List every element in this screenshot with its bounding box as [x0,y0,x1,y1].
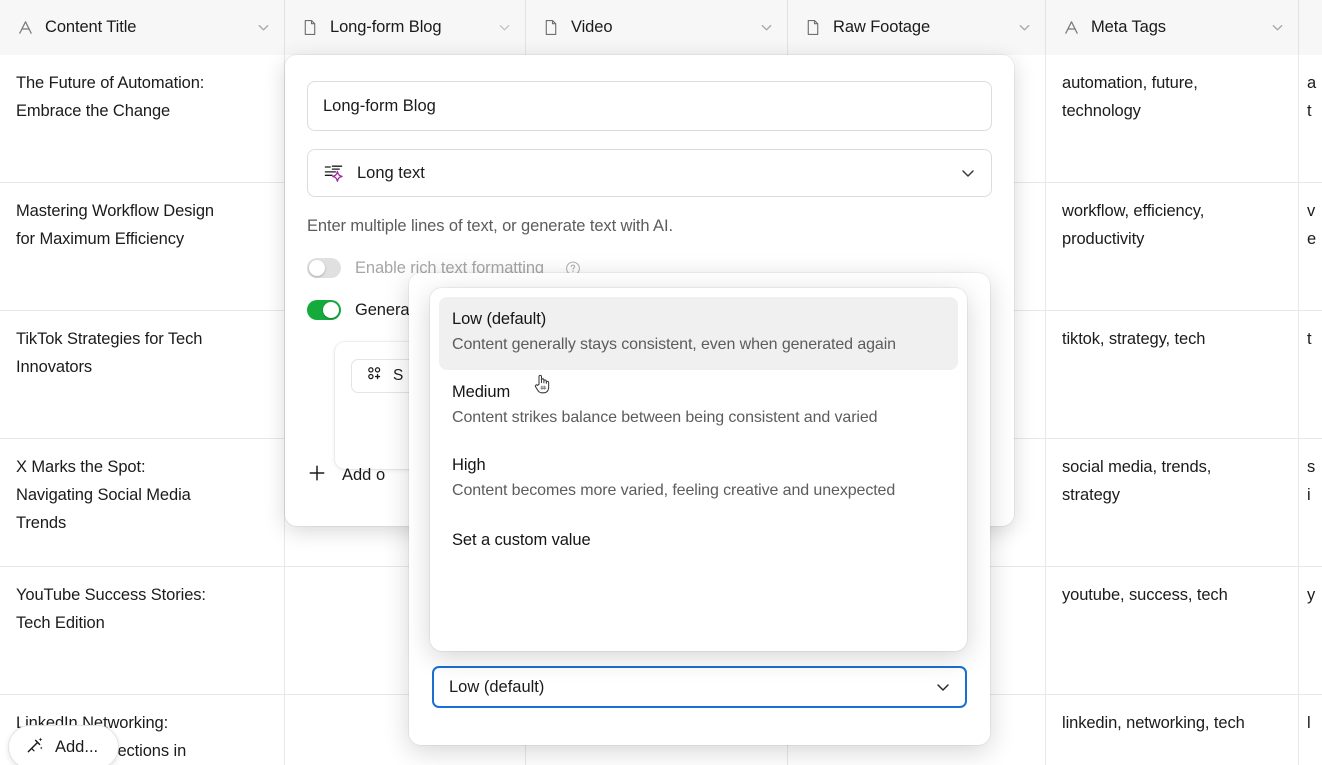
toggle-knob [309,260,325,276]
document-icon [804,19,822,37]
option-set-custom-value[interactable]: Set a custom value [439,516,958,564]
cell-text: a t [1307,74,1317,120]
magic-wand-icon [25,735,45,760]
cell-overflow[interactable]: l [1299,695,1322,765]
cell-overflow[interactable]: t [1299,311,1322,438]
cell-text: linkedin, networking, tech [1062,714,1245,732]
column-header-raw-footage[interactable]: Raw Footage [788,0,1046,55]
column-header-label: Long-form Blog [330,18,442,36]
field-type-helper-text: Enter multiple lines of text, or generat… [307,217,673,235]
add-row-button[interactable]: Add... [8,725,120,765]
option-title: Low (default) [452,310,547,328]
cell-text: X Marks the Spot: Navigating Social Medi… [16,458,191,532]
chevron-down-icon[interactable] [1270,20,1285,35]
document-icon [301,19,319,37]
generate-toggle[interactable] [307,300,341,320]
add-option-button[interactable]: Add o [307,463,385,488]
column-header-label: Content Title [45,18,137,36]
column-header-meta-tags[interactable]: Meta Tags [1046,0,1299,55]
cell-text: TikTok Strategies for Tech Innovators [16,330,203,376]
chevron-down-icon[interactable] [1017,20,1032,35]
add-option-label: Add o [342,466,386,484]
variation-options-menu: Low (default) Content generally stays co… [430,288,967,651]
cell-text: s i [1307,458,1316,504]
field-type-select[interactable]: Long text [307,149,992,197]
select-source-chip-label: S [393,367,404,384]
cell-meta-tags[interactable]: automation, future, technology [1046,55,1299,182]
cell-overflow[interactable]: y [1299,567,1322,694]
chevron-down-icon[interactable] [934,678,952,696]
cell-text: automation, future, technology [1062,74,1198,120]
document-icon [542,19,560,37]
option-high[interactable]: High Content becomes more varied, feelin… [439,443,958,516]
cell-text: workflow, efficiency, productivity [1062,202,1205,248]
option-title: Set a custom value [452,531,591,549]
option-low-default[interactable]: Low (default) Content generally stays co… [439,297,958,370]
cell-text: YouTube Success Stories: Tech Edition [16,586,206,632]
add-row-label: Add... [55,737,99,756]
cell-meta-tags[interactable]: youtube, success, tech [1046,567,1299,694]
cell-text: t [1307,330,1312,348]
option-medium[interactable]: Medium Content strikes balance between b… [439,370,958,443]
column-header-label: Raw Footage [833,18,931,36]
cell-text: Mastering Workflow Design for Maximum Ef… [16,202,215,248]
add-nodes-icon [365,364,384,388]
app-root: Content Title Long-form Blog Video Raw F… [0,0,1322,765]
cell-overflow[interactable]: s i [1299,439,1322,566]
text-a-icon [16,19,34,37]
column-header-video[interactable]: Video [526,0,788,55]
cell-meta-tags[interactable]: tiktok, strategy, tech [1046,311,1299,438]
column-header-overflow [1299,0,1322,55]
column-header-content-title[interactable]: Content Title [0,0,285,55]
option-title: Medium [452,383,511,401]
option-description: Content strikes balance between being co… [452,409,878,426]
chevron-down-icon[interactable] [759,20,774,35]
cell-text: youtube, success, tech [1062,586,1228,604]
cell-content-title[interactable]: X Marks the Spot: Navigating Social Medi… [0,439,285,566]
cell-text: l [1307,714,1311,732]
cell-meta-tags[interactable]: linkedin, networking, tech [1046,695,1299,765]
cell-meta-tags[interactable]: workflow, efficiency, productivity [1046,183,1299,310]
toggle-knob [323,302,339,318]
plus-icon [307,463,327,488]
rich-text-toggle[interactable] [307,258,341,278]
field-type-label: Long text [357,163,425,182]
select-source-chip[interactable]: S [351,359,418,393]
cell-meta-tags[interactable]: social media, trends, strategy [1046,439,1299,566]
column-header-long-form-blog[interactable]: Long-form Blog [285,0,526,55]
chevron-down-icon[interactable] [497,20,512,35]
option-description: Content becomes more varied, feeling cre… [452,482,896,499]
cell-content-title[interactable]: The Future of Automation: Embrace the Ch… [0,55,285,182]
cell-text: social media, trends, strategy [1062,458,1212,504]
cell-text: tiktok, strategy, tech [1062,330,1206,348]
cell-content-title[interactable]: Mastering Workflow Design for Maximum Ef… [0,183,285,310]
option-description: Content generally stays consistent, even… [452,336,896,353]
cell-text: v e [1307,202,1317,248]
cell-content-title[interactable]: TikTok Strategies for Tech Innovators [0,311,285,438]
column-header-label: Meta Tags [1091,18,1166,36]
variation-select[interactable]: Low (default) [432,666,967,708]
cell-content-title[interactable]: YouTube Success Stories: Tech Edition [0,567,285,694]
variation-select-value: Low (default) [449,677,545,696]
cell-overflow[interactable]: a t [1299,55,1322,182]
long-text-ai-icon [323,162,345,184]
chevron-down-icon[interactable] [256,20,271,35]
text-a-icon [1062,19,1080,37]
grid-header-row: Content Title Long-form Blog Video Raw F… [0,0,1322,55]
column-header-label: Video [571,18,613,36]
cell-overflow[interactable]: v e [1299,183,1322,310]
option-title: High [452,456,486,474]
cell-text: The Future of Automation: Embrace the Ch… [16,74,205,120]
field-name-input[interactable] [307,81,992,131]
cell-text: y [1307,586,1316,604]
chevron-down-icon[interactable] [959,164,977,182]
